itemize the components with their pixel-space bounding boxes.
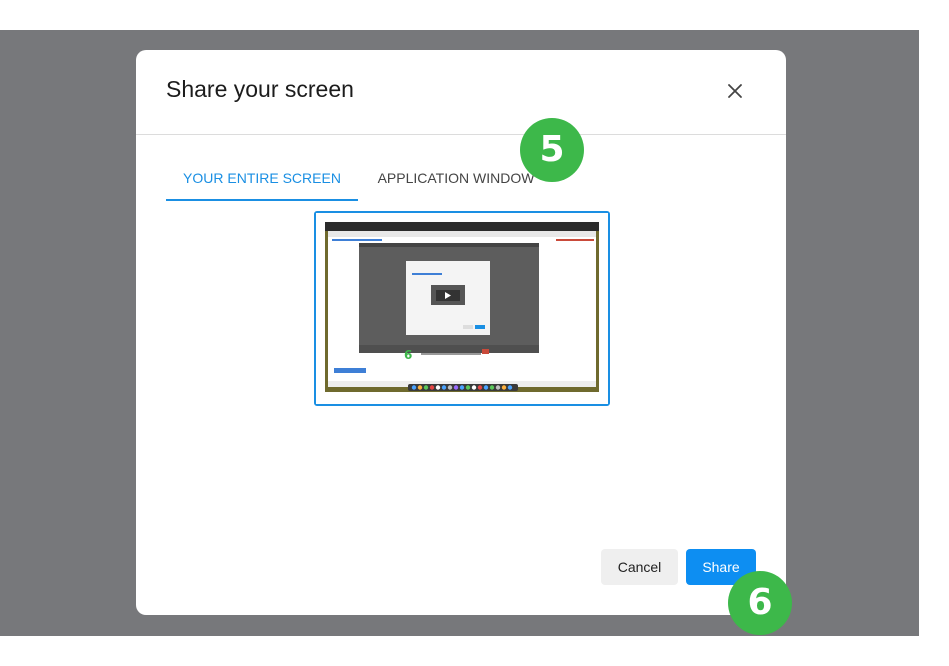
step-5-badge: 5 — [520, 118, 584, 182]
screen-preview-thumbnail[interactable]: 6 — [314, 211, 610, 406]
screen-thumbnail: 6 — [316, 213, 608, 404]
share-screen-dialog: Share your screen YOUR ENTIRE SCREEN APP… — [136, 50, 786, 615]
dialog-title: Share your screen — [166, 76, 354, 102]
dialog-header: Share your screen — [136, 50, 786, 135]
close-button[interactable] — [724, 80, 746, 102]
close-icon — [728, 84, 742, 98]
step-6-badge: 6 — [728, 571, 792, 635]
tab-application-window[interactable]: APPLICATION WINDOW — [366, 165, 546, 199]
share-source-tabs: YOUR ENTIRE SCREEN APPLICATION WINDOW — [166, 165, 756, 201]
tab-entire-screen[interactable]: YOUR ENTIRE SCREEN — [166, 165, 358, 201]
svg-text:6: 6 — [404, 348, 412, 362]
cancel-button[interactable]: Cancel — [601, 549, 678, 585]
